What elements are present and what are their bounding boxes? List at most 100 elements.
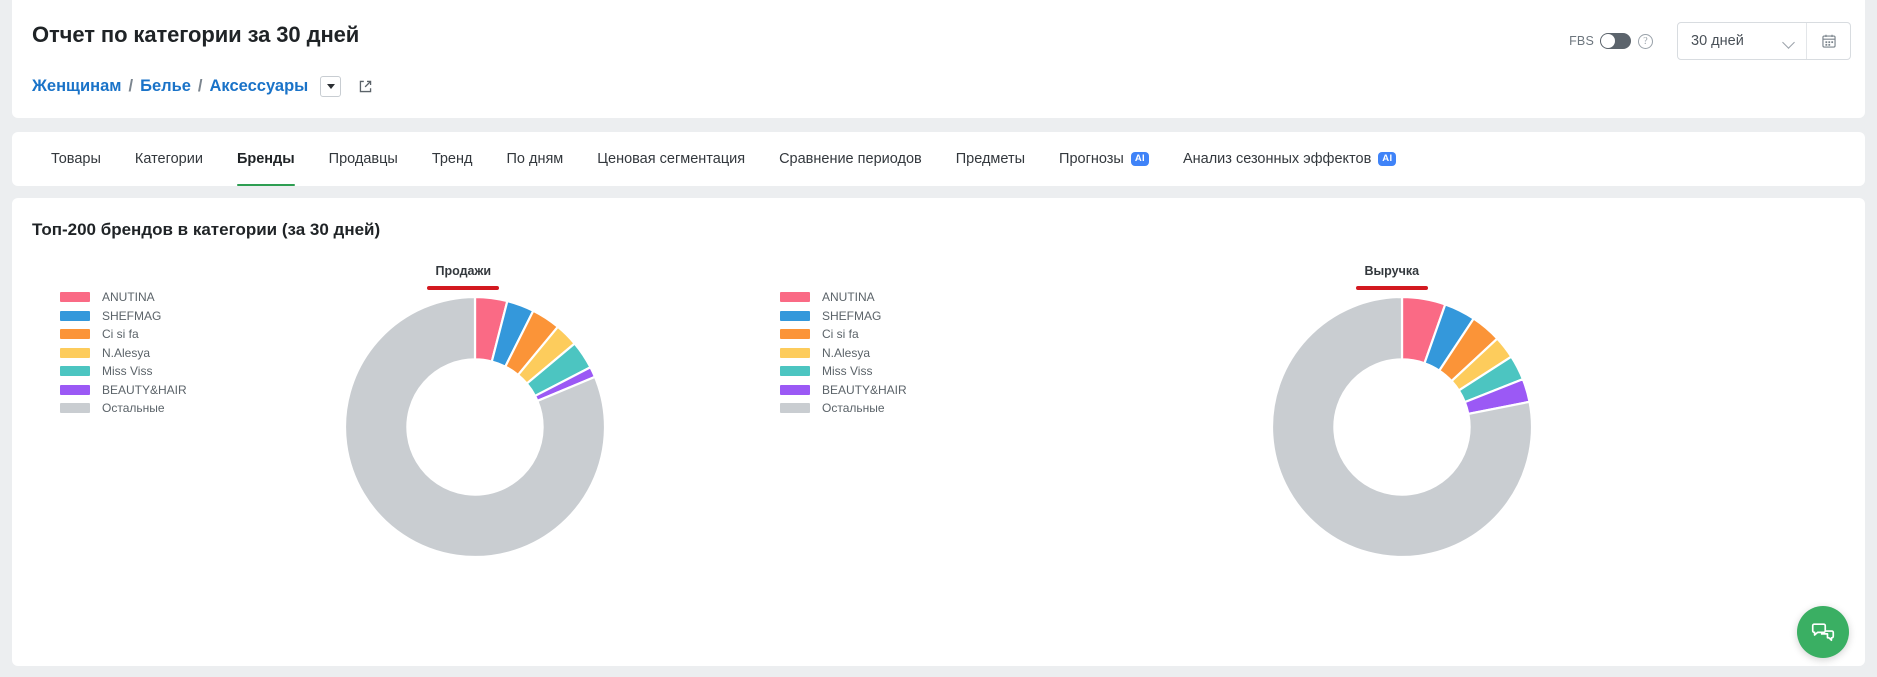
date-range-select[interactable]: 30 дней [1678,23,1806,59]
breadcrumb-dropdown-button[interactable] [320,76,342,97]
tab-label: Товары [51,151,101,167]
tab-label: Бренды [236,151,295,167]
header-controls: FBS ? 30 дней [1569,22,1851,60]
breadcrumb-separator: / [128,77,134,95]
breadcrumb: Женщинам / Белье / Аксессуары [32,76,373,97]
legend-item[interactable]: ANUTINA [780,290,907,304]
legend-item[interactable]: ANUTINA [60,290,187,304]
tab-0[interactable]: Товары [34,132,118,186]
legend-label: ANUTINA [822,290,875,304]
chart-sales-header: Продажи [12,264,927,290]
legend-swatch [60,310,90,321]
chart-title-underline [427,286,500,290]
ai-badge: AI [1378,152,1397,166]
tab-10[interactable]: Анализ сезонных эффектов AI [1166,132,1413,186]
legend-swatch [780,292,810,302]
tab-8[interactable]: Предметы [939,132,1042,186]
legend-swatch [60,366,90,376]
legend-item[interactable]: Остальные [60,401,187,415]
tab-7[interactable]: Сравнение периодов [762,132,939,186]
tab-label: Тренд [431,151,473,167]
tab-label: Анализ сезонных эффектов [1182,151,1372,167]
external-link-icon[interactable] [358,79,373,94]
legend-label: SHEFMAG [822,308,882,323]
donut-sales[interactable] [344,295,607,563]
legend-label: Ci si fa [822,327,859,341]
caret-down-icon [326,84,335,89]
ai-badge: AI [1130,152,1149,166]
question-mark-icon[interactable]: ? [1638,33,1653,49]
fbs-label: FBS [1569,34,1594,48]
legend-swatch [780,310,810,321]
tabs-bar: Товары Категории Бренды Продавцы Тренд По дня… [12,132,1865,186]
page-title: Отчет по категории за 30 дней [32,22,360,47]
tab-1[interactable]: Категории [118,132,220,186]
chart-title-underline [1355,286,1428,290]
tab-label: Сравнение периодов [779,151,922,167]
legend-label: N.Alesya [822,345,871,360]
legend-swatch [60,347,90,358]
chevron-down-icon [1784,38,1795,45]
legend-swatch [60,292,90,302]
tab-label: По дням [506,151,564,167]
legend-swatch [780,366,810,376]
legend-label: Остальные [822,401,885,415]
chart-sales-title: Продажи [435,264,492,278]
legend-item[interactable]: Остальные [780,401,907,415]
legend-item[interactable]: N.Alesya [60,346,187,360]
chart-revenue-title: Выручка [1364,264,1420,278]
tab-label: Предметы [955,151,1026,167]
legend-item[interactable]: Miss Viss [780,364,907,378]
page-header: Отчет по категории за 30 дней Женщинам /… [12,0,1865,118]
legend-label: Miss Viss [102,364,153,378]
date-range-control: 30 дней [1677,22,1851,60]
legend-item[interactable]: Miss Viss [60,364,187,378]
legend-item[interactable]: Ci si fa [60,327,187,341]
tab-4[interactable]: Тренд [415,132,490,186]
legend-label: SHEFMAG [102,308,162,323]
legend-label: Miss Viss [822,364,873,378]
legend-swatch [780,329,810,339]
donut-revenue[interactable] [1270,295,1533,563]
tab-6[interactable]: Ценовая сегментация [580,132,762,186]
tab-label: Продавцы [328,151,398,167]
legend-swatch [780,403,810,413]
legend-swatch [60,403,90,413]
breadcrumb-separator: / [197,77,203,95]
fbs-toggle[interactable] [1600,33,1631,49]
legend-item[interactable]: SHEFMAG [60,309,187,323]
legend-item[interactable]: BEAUTY&HAIR [780,383,907,397]
calendar-button[interactable] [1806,23,1850,59]
legend-swatch [780,347,810,358]
legend-label: BEAUTY&HAIR [822,382,907,397]
charts-row: Продажи Выручка [12,256,1865,656]
tab-label: Ценовая сегментация [597,151,746,167]
toggle-knob [1601,34,1615,48]
tab-5[interactable]: По дням [489,132,580,186]
chart-revenue-header: Выручка [929,264,1856,290]
breadcrumb-item-1[interactable]: Белье [140,77,191,96]
section-title: Топ-200 брендов в категории (за 30 дней) [32,220,381,239]
legend-item[interactable]: N.Alesya [780,346,907,360]
legend-label: N.Alesya [102,345,151,360]
tab-list: Товары Категории Бренды Продавцы Тренд По дня… [12,132,1865,186]
tab-2[interactable]: Бренды [220,132,312,186]
legend-revenue: ANUTINA SHEFMAG Ci si fa N.Alesya Miss Viss B… [780,290,907,415]
legend-swatch [780,384,810,395]
breadcrumb-item-0[interactable]: Женщинам [32,77,121,96]
report-page: Отчет по категории за 30 дней Женщинам /… [0,0,1877,677]
legend-sales: ANUTINA SHEFMAG Ci si fa N.Alesya Miss Viss B… [60,290,187,415]
tab-label: Прогнозы [1059,151,1124,167]
legend-item[interactable]: SHEFMAG [780,309,907,323]
legend-label: ANUTINA [102,290,155,304]
chat-widget-button[interactable] [1797,606,1849,658]
legend-item[interactable]: Ci si fa [780,327,907,341]
legend-label: Остальные [102,401,165,415]
legend-swatch [60,329,90,339]
legend-label: Ci si fa [102,327,139,341]
legend-item[interactable]: BEAUTY&HAIR [60,383,187,397]
legend-swatch [60,384,90,395]
tab-9[interactable]: Прогнозы AI [1042,132,1166,186]
breadcrumb-item-2[interactable]: Аксессуары [210,77,309,96]
tab-3[interactable]: Продавцы [312,132,415,186]
